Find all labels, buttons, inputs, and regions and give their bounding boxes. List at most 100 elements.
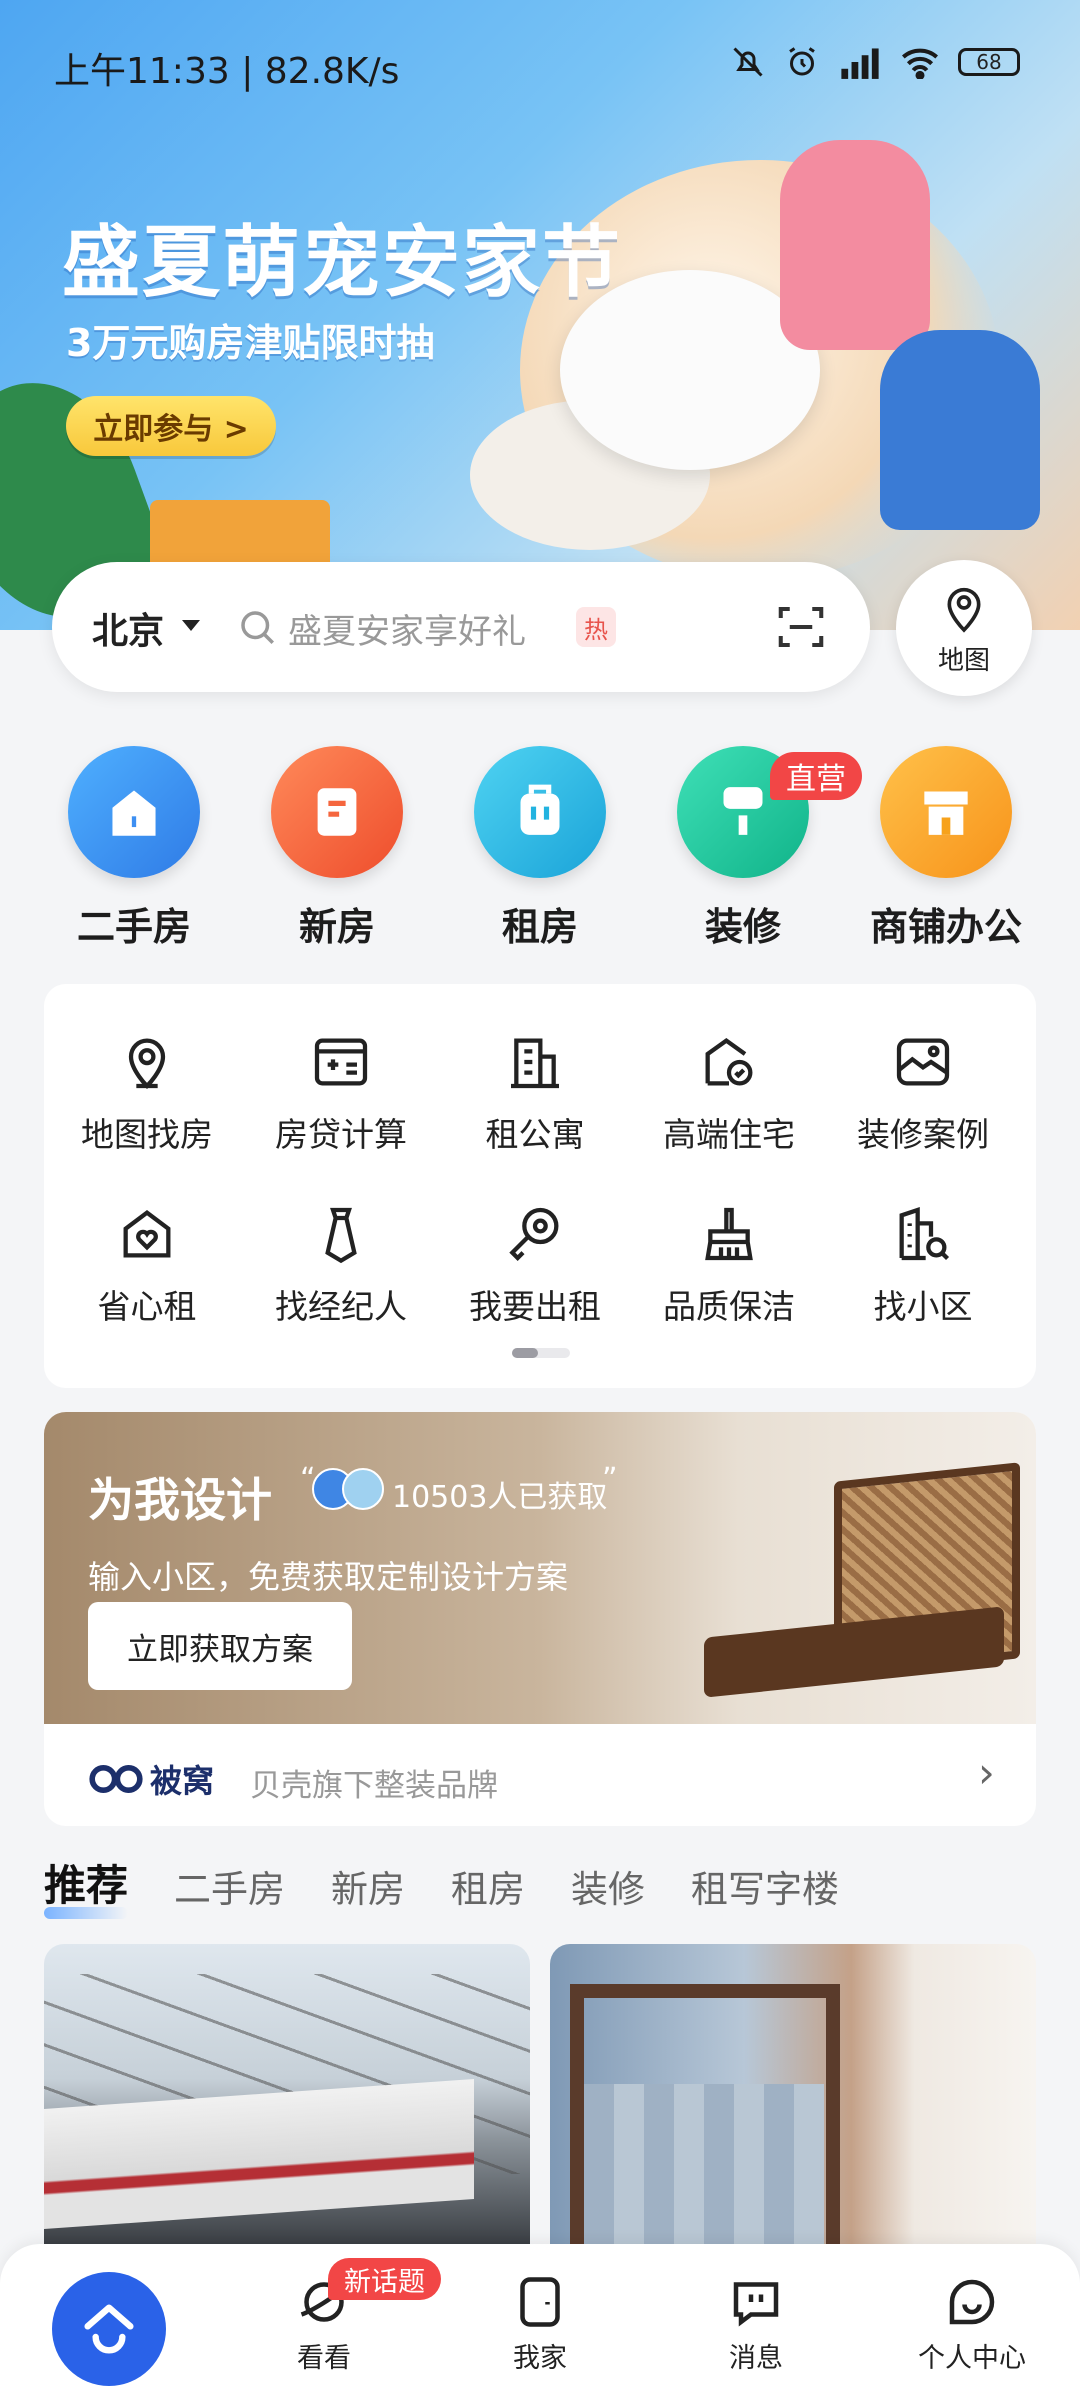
category-label: 商铺办公 — [869, 905, 1022, 949]
promo-banner[interactable]: 盛夏萌宠安家节 3万元购房津贴限时抽 立即参与 > — [0, 0, 1080, 630]
nav-label: 消息 — [729, 2343, 783, 2374]
nav-label: 我家 — [513, 2343, 567, 2374]
agent-tie-icon — [325, 1207, 357, 1264]
tool-mortgage-calc[interactable]: 房贷计算 — [244, 1030, 438, 1156]
heart-house-icon — [123, 1210, 171, 1258]
banner-subtitle: 3万元购房津贴限时抽 — [66, 321, 435, 365]
nav-profile[interactable]: 个人中心 — [902, 2272, 1042, 2375]
bottom-nav: 看看 新话题 我家 消息 个人中心 — [0, 2244, 1080, 2400]
tool-label: 房贷计算 — [275, 1115, 407, 1154]
get-plan-button[interactable]: 立即获取方案 — [88, 1602, 352, 1690]
tool-label: 品质保洁 — [663, 1287, 795, 1326]
tool-decor-cases[interactable]: 装修案例 — [826, 1030, 1020, 1156]
luggage-icon — [474, 746, 606, 878]
tool-premium-home[interactable]: 高端住宅 — [632, 1030, 826, 1156]
wifi-icon — [902, 48, 938, 79]
tool-label: 找小区 — [873, 1287, 973, 1326]
user-avatars — [312, 1468, 384, 1510]
map-pin-icon — [947, 587, 981, 633]
nav-messages[interactable]: 消息 — [686, 2272, 826, 2375]
battery-indicator: 68 — [958, 48, 1020, 76]
tool-list-for-rent[interactable]: 我要出租 — [438, 1202, 632, 1328]
map-button[interactable]: 地图 — [896, 560, 1032, 696]
tool-apartment[interactable]: 租公寓 — [438, 1030, 632, 1156]
tab-second-hand[interactable]: 二手房 — [174, 1859, 285, 1913]
signal-icon — [841, 48, 879, 79]
nav-label: 个人中心 — [918, 2343, 1026, 2374]
banner-girl — [780, 140, 930, 350]
feed-card-image[interactable] — [550, 1944, 1036, 2244]
premium-house-icon — [705, 1038, 753, 1086]
map-pin-icon — [128, 1038, 166, 1090]
chevron-right-icon[interactable]: › — [978, 1748, 995, 1797]
status-time: 上午11:33 | 82.8K/s — [54, 51, 400, 92]
category-second-hand[interactable]: 二手房 — [34, 746, 234, 951]
avatar — [342, 1468, 384, 1510]
tab-office-rent[interactable]: 租写字楼 — [691, 1859, 839, 1913]
design-promo-card[interactable]: 为我设计 “ 10503人已获取 ” 输入小区，免费获取定制设计方案 立即获取方… — [44, 1412, 1036, 1826]
chat-icon — [733, 2282, 779, 2327]
window-frame — [570, 1984, 840, 2244]
city-selector[interactable]: 北京 — [92, 602, 164, 654]
category-new-home[interactable]: 新房 — [237, 746, 437, 951]
tab-new-home[interactable]: 新房 — [331, 1859, 405, 1913]
home-button[interactable] — [52, 2272, 166, 2386]
alarm-icon — [789, 47, 815, 76]
banner-join-button[interactable]: 立即参与 > — [66, 396, 276, 456]
category-label: 二手房 — [76, 905, 191, 949]
brand-logo: 被窝 — [88, 1756, 214, 1802]
tab-rent[interactable]: 租房 — [451, 1859, 525, 1913]
tool-label: 租公寓 — [485, 1115, 585, 1154]
building-search-icon — [899, 1207, 950, 1261]
category-commercial[interactable]: 商铺办公 — [846, 746, 1046, 951]
search-input[interactable]: 盛夏安家享好礼 — [288, 604, 526, 653]
tab-renovation[interactable]: 装修 — [571, 1859, 645, 1913]
calculator-icon — [314, 1038, 368, 1086]
tool-map-search[interactable]: 地图找房 — [50, 1030, 244, 1156]
quote-close: ” — [602, 1462, 618, 1497]
tab-recommend[interactable]: 推荐 — [44, 1852, 129, 1919]
tools-card: 地图找房 房贷计算 租公寓 高端住宅 装修案例 省心租 找经纪人 我要出租 品质… — [44, 984, 1036, 1388]
picture-icon — [896, 1038, 950, 1086]
tool-label: 高端住宅 — [663, 1115, 795, 1154]
feed-tabs: 推荐 二手房 新房 租房 装修 租写字楼 — [44, 1852, 885, 1919]
feed-card-image[interactable] — [44, 1944, 530, 2244]
key-icon — [509, 1207, 559, 1262]
category-rent[interactable]: 租房 — [440, 746, 640, 951]
broom-icon — [705, 1207, 753, 1261]
search-bar[interactable]: 北京 盛夏安家享好礼 热 — [52, 562, 870, 692]
tool-easy-rent[interactable]: 省心租 — [50, 1202, 244, 1328]
design-title: 为我设计 — [88, 1473, 272, 1527]
tool-find-agent[interactable]: 找经纪人 — [244, 1202, 438, 1328]
shop-icon — [880, 746, 1012, 878]
category-label: 租房 — [501, 905, 578, 949]
obtained-count: 10503人已获取 — [392, 1480, 608, 1515]
nav-my-home[interactable]: 我家 — [470, 2272, 610, 2375]
tool-label: 找经纪人 — [275, 1287, 407, 1326]
mute-bell-icon — [733, 47, 763, 77]
tool-find-community[interactable]: 找小区 — [826, 1202, 1020, 1328]
door-icon — [520, 2277, 560, 2327]
apartment-icon — [511, 1038, 559, 1089]
status-icons: 68 — [730, 44, 1020, 80]
smile-face-icon — [949, 2279, 995, 2325]
new-building-icon — [271, 746, 403, 878]
scan-icon[interactable] — [774, 600, 828, 654]
brand-name: 被窝 — [150, 1762, 215, 1800]
design-subtitle: 输入小区，免费获取定制设计方案 — [88, 1558, 569, 1596]
home-logo-icon — [84, 2304, 134, 2354]
map-button-label: 地图 — [937, 646, 990, 676]
new-topic-badge: 新话题 — [328, 2258, 441, 2300]
hot-badge: 热 — [576, 607, 616, 647]
brand-tagline: 贝壳旗下整装品牌 — [250, 1768, 498, 1804]
banner-title: 盛夏萌宠安家节 — [62, 218, 623, 308]
tool-cleaning[interactable]: 品质保洁 — [632, 1202, 826, 1328]
category-label: 装修 — [704, 905, 781, 949]
banner-boy — [880, 330, 1040, 530]
house-icon — [68, 746, 200, 878]
tool-label: 我要出租 — [469, 1287, 601, 1326]
brand-mark-icon — [89, 1765, 143, 1793]
tool-label: 地图找房 — [81, 1115, 213, 1154]
nav-label: 看看 — [297, 2343, 351, 2374]
tool-label: 省心租 — [97, 1287, 197, 1326]
